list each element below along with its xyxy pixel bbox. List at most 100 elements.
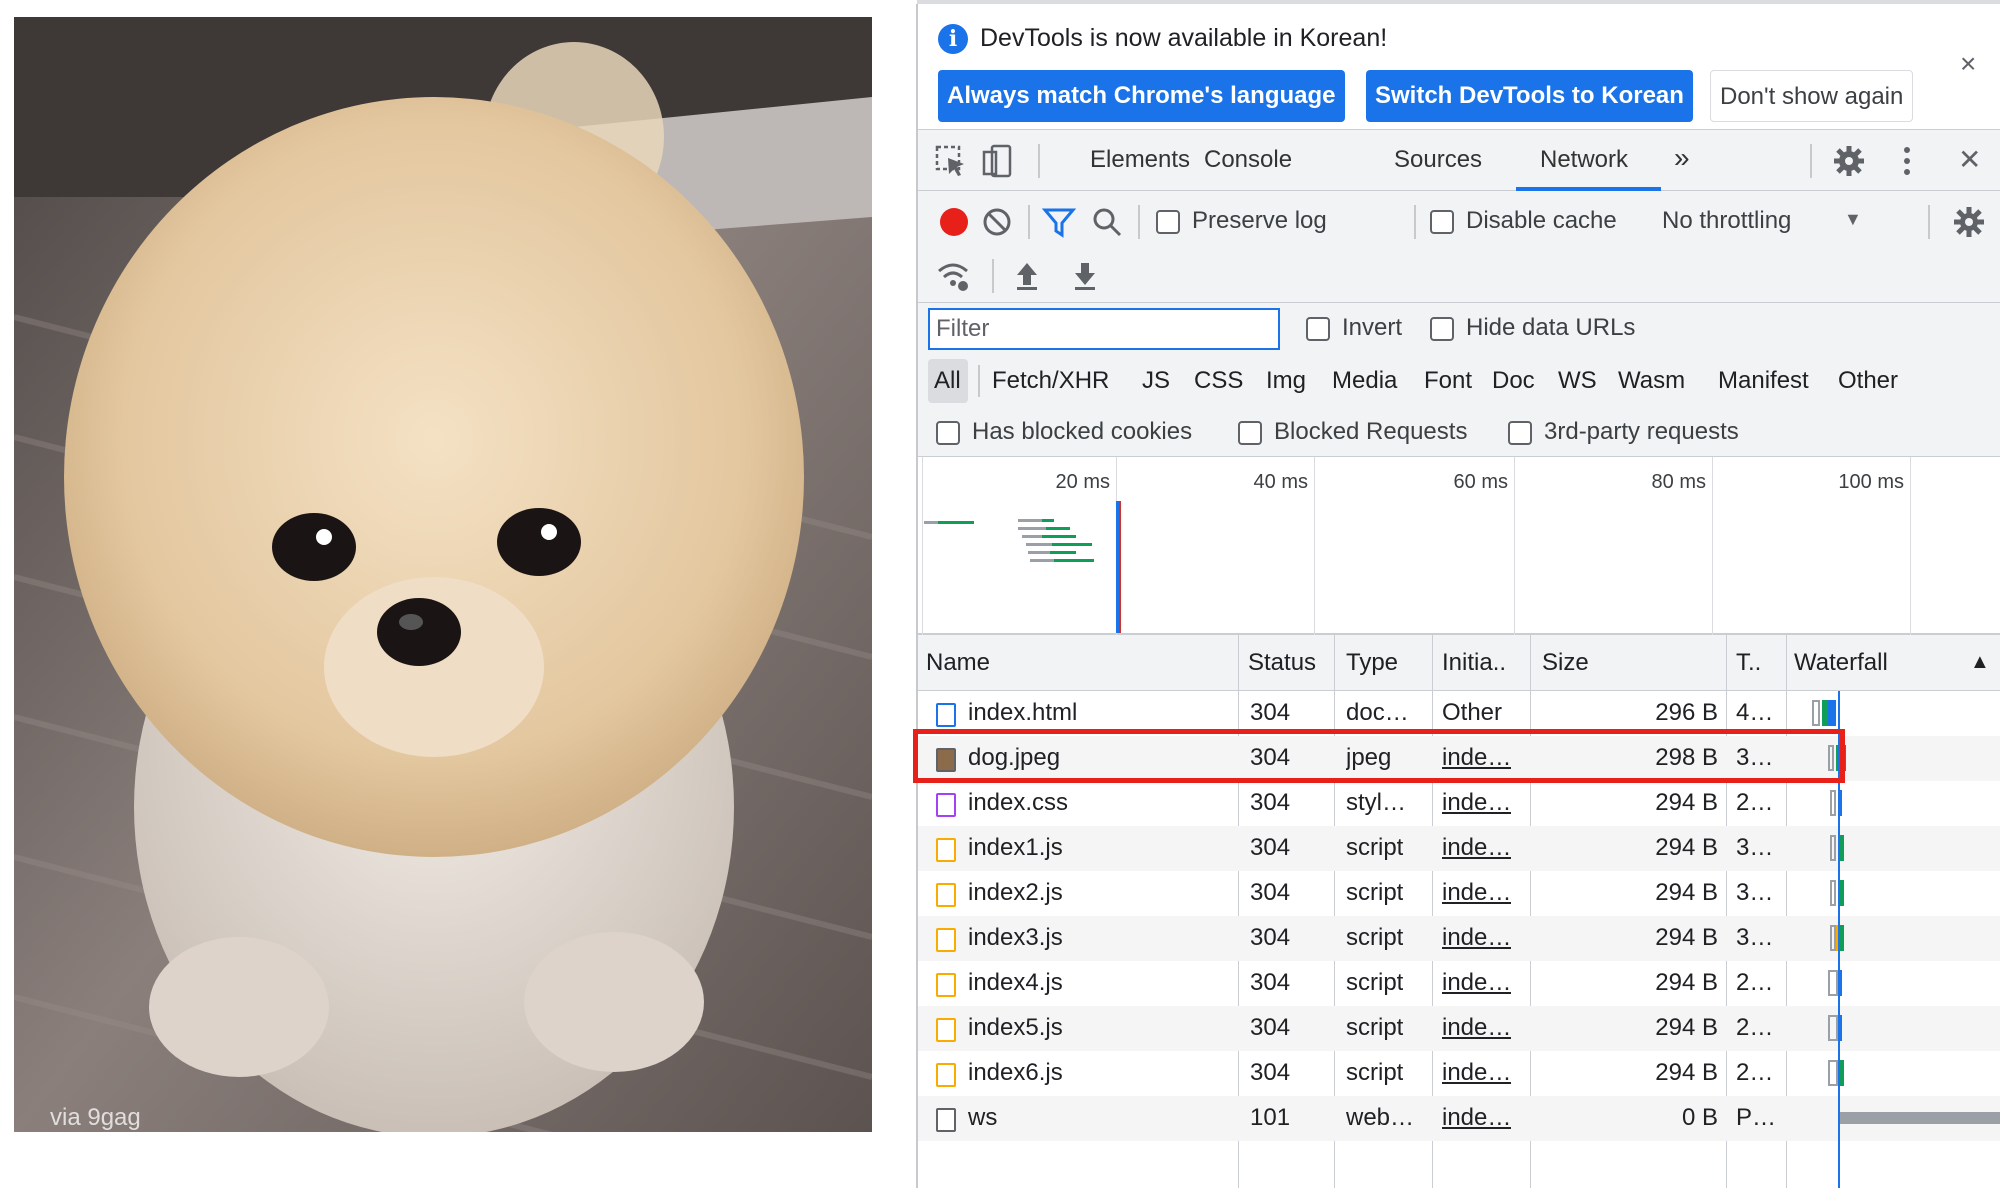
type-filter-font[interactable]: Font (1424, 367, 1472, 395)
tab-network[interactable]: Network (1540, 146, 1628, 174)
filter-input[interactable] (928, 308, 1280, 350)
always-match-language-button[interactable]: Always match Chrome's language (938, 70, 1345, 122)
infobar-close-icon[interactable]: × (1960, 48, 1976, 80)
column-header-status[interactable]: Status (1248, 649, 1318, 677)
column-header-name[interactable]: Name (926, 649, 990, 677)
invert-checkbox[interactable] (1306, 317, 1330, 341)
type-filter-fetch-xhr[interactable]: Fetch/XHR (992, 367, 1109, 395)
filter-funnel-icon[interactable] (1041, 205, 1077, 239)
request-initiator-link[interactable]: inde… (1442, 789, 1511, 817)
request-initiator-link[interactable]: inde… (1442, 969, 1511, 997)
settings-gear-icon[interactable] (1832, 144, 1866, 178)
request-initiator-link[interactable]: inde… (1442, 834, 1511, 862)
request-size: 296 B (1655, 699, 1718, 726)
type-filter-css[interactable]: CSS (1194, 367, 1243, 395)
tab-console[interactable]: Console (1204, 146, 1292, 174)
column-header-time[interactable]: T.. (1736, 649, 1761, 677)
record-icon[interactable] (940, 208, 968, 236)
close-devtools-icon[interactable]: ✕ (1958, 143, 1981, 176)
request-name: ws (968, 1104, 998, 1131)
request-initiator-link[interactable]: inde… (1442, 1104, 1511, 1132)
type-filter-doc[interactable]: Doc (1492, 367, 1535, 395)
request-initiator-link[interactable]: inde… (1442, 924, 1511, 952)
script-file-icon (936, 838, 956, 862)
request-initiator-link[interactable]: inde… (1442, 1059, 1511, 1087)
request-time: 2… (1736, 1014, 1774, 1041)
type-filter-js[interactable]: JS (1142, 367, 1170, 395)
throttling-dropdown-icon[interactable]: ▼ (1844, 209, 1862, 230)
info-icon: i (938, 24, 968, 54)
type-divider (978, 365, 980, 397)
dog-photo: via 9gag (14, 17, 872, 1132)
more-tabs-icon[interactable]: » (1674, 142, 1690, 174)
switch-to-korean-button[interactable]: Switch DevTools to Korean (1366, 70, 1693, 122)
network-settings-gear-icon[interactable] (1952, 205, 1986, 239)
request-name: index6.js (968, 1059, 1063, 1086)
network-conditions-icon[interactable] (936, 259, 970, 293)
type-filter-img[interactable]: Img (1266, 367, 1306, 395)
inspect-element-icon[interactable] (934, 144, 968, 178)
waterfall-bar (1828, 745, 1834, 771)
has-blocked-cookies-label: Has blocked cookies (972, 418, 1193, 445)
import-har-upload-icon[interactable] (1010, 259, 1044, 293)
request-size: 294 B (1655, 789, 1718, 816)
type-filter-ws[interactable]: WS (1558, 367, 1597, 395)
request-initiator-link[interactable]: inde… (1442, 879, 1511, 907)
column-header-type[interactable]: Type (1346, 649, 1398, 677)
waterfall-bar (1828, 970, 1838, 996)
devtools-panel: i DevTools is now available in Korean! ×… (916, 4, 2000, 1188)
type-filter-manifest[interactable]: Manifest (1718, 367, 1809, 395)
export-har-download-icon[interactable] (1068, 259, 1102, 293)
request-name: index2.js (968, 879, 1063, 906)
has-blocked-cookies-checkbox[interactable] (936, 421, 960, 445)
dont-show-again-button[interactable]: Don't show again (1710, 70, 1914, 122)
request-initiator-link[interactable]: inde… (1442, 1014, 1511, 1042)
third-party-checkbox[interactable] (1508, 421, 1532, 445)
type-filter-wasm[interactable]: Wasm (1618, 367, 1685, 395)
request-type: script (1346, 969, 1404, 996)
request-status: 304 (1250, 789, 1291, 816)
sort-ascending-icon[interactable]: ▲ (1970, 651, 1990, 674)
blocked-requests-label: Blocked Requests (1274, 418, 1468, 445)
clear-icon[interactable] (980, 205, 1014, 239)
invert-label: Invert (1342, 314, 1403, 341)
infobar-message: DevTools is now available in Korean! (980, 24, 1388, 52)
column-header-size[interactable]: Size (1542, 649, 1589, 677)
disable-cache-checkbox[interactable] (1430, 210, 1454, 234)
type-filter-other[interactable]: Other (1838, 367, 1898, 395)
type-filter-media[interactable]: Media (1332, 367, 1397, 395)
tab-elements[interactable]: Elements (1090, 146, 1190, 174)
type-filter-all[interactable]: All (934, 367, 961, 395)
request-type: script (1346, 879, 1404, 906)
network-overview-timeline[interactable]: 20 ms 40 ms 60 ms 80 ms 100 ms (918, 457, 2000, 635)
column-header-initiator[interactable]: Initia.. (1442, 649, 1506, 677)
request-status: 304 (1250, 1014, 1291, 1041)
request-name: dog.jpeg (968, 744, 1061, 771)
blocked-requests-checkbox[interactable] (1238, 421, 1262, 445)
waterfall-bar (1828, 1060, 1838, 1086)
request-name: index.css (968, 789, 1069, 816)
preserve-log-checkbox[interactable] (1156, 210, 1180, 234)
request-type: jpeg (1346, 744, 1392, 771)
throttling-select[interactable]: No throttling (1662, 207, 1791, 235)
language-infobar: i DevTools is now available in Korean! ×… (918, 4, 2000, 129)
request-name: index3.js (968, 924, 1063, 951)
network-toolbar: Preserve log Disable cache No throttling… (918, 191, 2000, 303)
request-type: web… (1346, 1104, 1415, 1131)
request-initiator-link[interactable]: inde… (1442, 744, 1511, 772)
script-file-icon (936, 883, 956, 907)
request-type: styl… (1346, 789, 1406, 816)
request-name: index4.js (968, 969, 1063, 996)
hide-data-urls-checkbox[interactable] (1430, 317, 1454, 341)
preserve-log-label: Preserve log (1192, 207, 1327, 234)
request-time: 2… (1736, 789, 1774, 816)
device-toolbar-icon[interactable] (980, 144, 1014, 178)
waterfall-bar (1840, 925, 1844, 951)
more-options-icon[interactable] (1890, 144, 1924, 178)
request-time: 4… (1736, 699, 1774, 726)
request-status: 304 (1250, 834, 1291, 861)
search-icon[interactable] (1090, 205, 1124, 239)
tab-sources[interactable]: Sources (1394, 146, 1482, 174)
column-header-waterfall[interactable]: Waterfall (1794, 649, 1888, 677)
request-name: index.html (968, 699, 1078, 726)
